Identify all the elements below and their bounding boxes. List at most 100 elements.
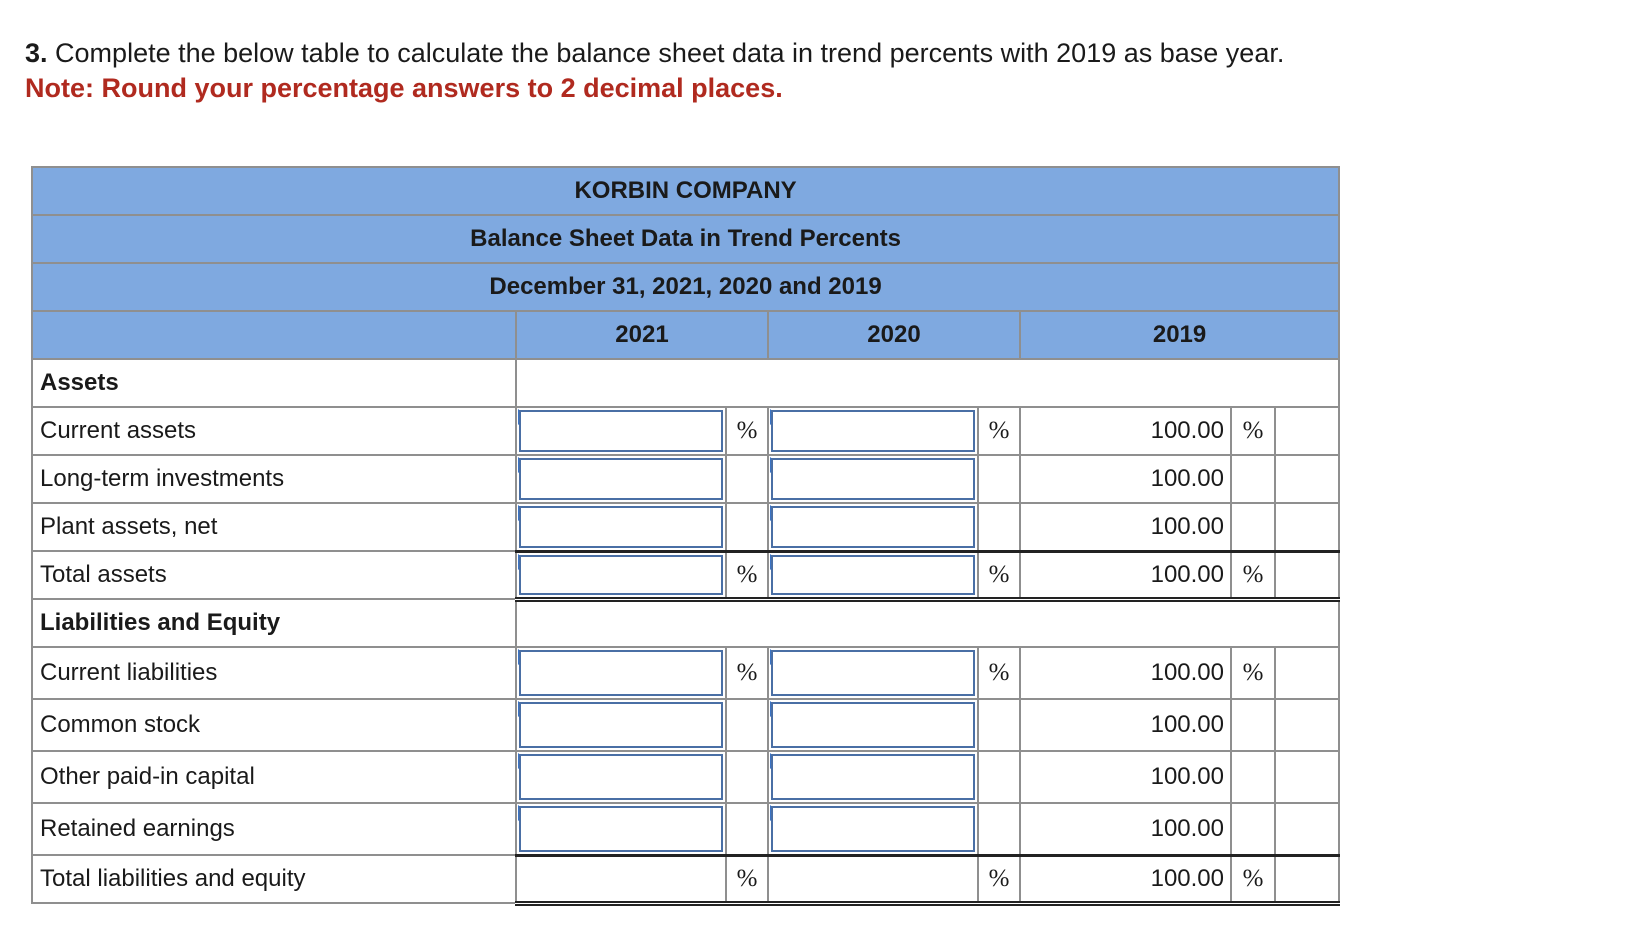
trailing-blank (1273, 549, 1341, 602)
row-label: Total assets (31, 550, 517, 600)
row-label: Current assets (31, 406, 517, 456)
section-liabilities: Liabilities and Equity (31, 598, 517, 648)
table-row: Retained earnings 100.00 (31, 802, 1341, 856)
trailing-blank (1273, 646, 1341, 700)
input-cell-2021 (515, 750, 727, 804)
percent-blank (725, 802, 769, 856)
percent-sign: % (725, 549, 769, 602)
row-label: Plant assets, net (31, 502, 517, 552)
row-label: Current liabilities (31, 646, 517, 700)
percent-blank (977, 454, 1021, 504)
input-cell-2021 (515, 502, 727, 552)
current-liabilities-2020-input[interactable] (771, 650, 975, 696)
current-assets-2021-input[interactable] (519, 410, 723, 452)
total-liabilities-2020-cell (767, 853, 979, 906)
input-cell-2021 (515, 802, 727, 856)
table-row: Current assets % % 100.00 % (31, 406, 1341, 456)
trailing-blank (1273, 502, 1341, 552)
section-blank (514, 598, 1341, 648)
percent-blank (1230, 698, 1276, 752)
percent-sign: % (725, 646, 769, 700)
row-label: Common stock (31, 698, 517, 752)
question-note: Note: Round your percentage answers to 2… (25, 73, 783, 103)
value-2019: 100.00 (1019, 646, 1232, 700)
percent-blank (1230, 750, 1276, 804)
input-cell-2020 (767, 406, 979, 456)
input-cell-2021 (515, 406, 727, 456)
other-paid-in-capital-2021-input[interactable] (519, 754, 723, 800)
question: 3. Complete the below table to calculate… (25, 36, 1284, 106)
value-2019: 100.00 (1019, 802, 1232, 856)
percent-sign: % (725, 406, 769, 456)
section-blank (514, 358, 1341, 408)
row-label: Total liabilities and equity (31, 854, 517, 904)
percent-sign: % (1230, 853, 1276, 906)
trailing-blank (1273, 454, 1341, 504)
company-name: KORBIN COMPANY (30, 166, 1341, 216)
retained-earnings-2021-input[interactable] (519, 806, 723, 852)
plant-assets-2021-input[interactable] (519, 506, 723, 548)
row-label: Long-term investments (31, 454, 517, 504)
percent-sign: % (977, 853, 1021, 906)
percent-sign: % (1230, 406, 1276, 456)
long-term-investments-2021-input[interactable] (519, 458, 723, 500)
other-paid-in-capital-2020-input[interactable] (771, 754, 975, 800)
question-text: Complete the below table to calculate th… (55, 38, 1285, 68)
trend-table: KORBIN COMPANY Balance Sheet Data in Tre… (30, 166, 1341, 906)
percent-blank (977, 698, 1021, 752)
retained-earnings-2020-input[interactable] (771, 806, 975, 852)
table-row: Current liabilities % % 100.00 % (31, 646, 1341, 700)
plant-assets-2020-input[interactable] (771, 506, 975, 548)
percent-sign: % (1230, 549, 1276, 602)
value-2019: 100.00 (1019, 549, 1232, 602)
common-stock-2021-input[interactable] (519, 702, 723, 748)
total-assets-2021-input[interactable] (519, 554, 723, 595)
input-cell-2021 (515, 454, 727, 504)
percent-sign: % (977, 646, 1021, 700)
input-cell-2021 (515, 698, 727, 752)
value-2019: 100.00 (1019, 853, 1232, 906)
common-stock-2020-input[interactable] (771, 702, 975, 748)
input-cell-2020 (767, 454, 979, 504)
input-cell-2021 (515, 646, 727, 700)
header-blank (31, 310, 517, 360)
value-2019: 100.00 (1019, 454, 1232, 504)
percent-sign: % (977, 549, 1021, 602)
question-line: 3. Complete the below table to calculate… (25, 36, 1284, 71)
input-cell-2020 (767, 750, 979, 804)
section-assets: Assets (31, 358, 517, 408)
percent-sign: % (1230, 646, 1276, 700)
total-liabilities-2021-cell (515, 853, 727, 906)
current-assets-2020-input[interactable] (771, 410, 975, 452)
table-row: Plant assets, net 100.00 (31, 502, 1341, 552)
percent-blank (725, 750, 769, 804)
input-cell-2021 (515, 549, 727, 602)
long-term-investments-2020-input[interactable] (771, 458, 975, 500)
percent-blank (977, 502, 1021, 552)
percent-blank (1230, 454, 1276, 504)
trailing-blank (1273, 802, 1341, 856)
percent-sign: % (725, 853, 769, 906)
trailing-blank (1273, 406, 1341, 456)
question-number: 3. (25, 38, 48, 68)
table-row: Long-term investments 100.00 (31, 454, 1341, 504)
year-2020: 2020 (767, 310, 1021, 360)
table-row: Total liabilities and equity % % 100.00 … (31, 853, 1341, 906)
table-row: Common stock 100.00 (31, 698, 1341, 752)
row-label: Retained earnings (31, 802, 517, 856)
table-date: December 31, 2021, 2020 and 2019 (30, 262, 1341, 312)
trailing-blank (1273, 853, 1341, 906)
percent-blank (1230, 502, 1276, 552)
year-2019: 2019 (1018, 310, 1341, 360)
current-liabilities-2021-input[interactable] (519, 650, 723, 696)
percent-blank (977, 802, 1021, 856)
trailing-blank (1273, 698, 1341, 752)
percent-blank (725, 698, 769, 752)
percent-sign: % (977, 406, 1021, 456)
total-assets-2020-input[interactable] (771, 554, 975, 595)
input-cell-2020 (767, 646, 979, 700)
input-cell-2020 (767, 502, 979, 552)
value-2019: 100.00 (1019, 698, 1232, 752)
trailing-blank (1273, 750, 1341, 804)
percent-blank (725, 502, 769, 552)
